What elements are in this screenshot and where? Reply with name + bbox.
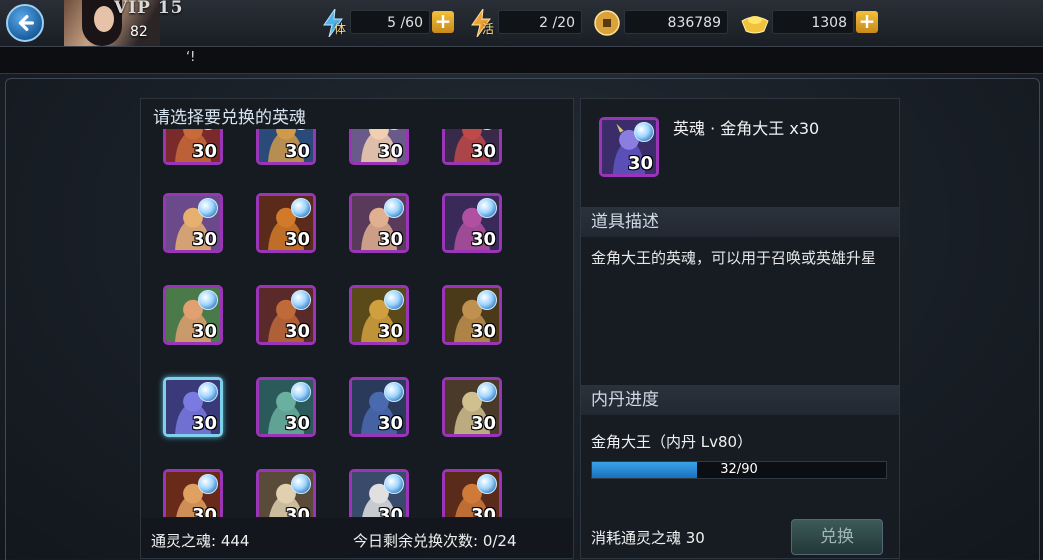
soul-orb-icon — [198, 290, 218, 310]
soul-orb-icon — [477, 290, 497, 310]
activity-resource: 活 2 /20 — [466, 8, 586, 37]
item-count: 30 — [284, 413, 310, 434]
item-count: 30 — [191, 505, 217, 517]
hero-soul-item[interactable]: 30 — [349, 193, 409, 253]
soul-orb-icon — [634, 122, 654, 142]
item-count: 30 — [377, 321, 403, 342]
hero-soul-item[interactable]: 30 — [256, 469, 316, 517]
item-count: 30 — [470, 229, 496, 250]
selection-title: 请选择要兑换的英魂 — [153, 108, 306, 128]
hero-soul-item[interactable]: 30 — [256, 285, 316, 345]
hero-soul-item[interactable]: 30 — [256, 377, 316, 437]
coin-resource: 836789 — [592, 8, 732, 36]
item-count: 30 — [191, 321, 217, 342]
hero-soul-item[interactable]: 30 — [442, 377, 502, 437]
gold-ingot-icon — [740, 8, 770, 38]
soul-orb-icon — [291, 198, 311, 218]
ingot-value: 1308 — [772, 10, 854, 34]
selection-footer: 通灵之魂: 444 今日剩余兑换次数: 0/24 — [141, 518, 573, 558]
item-count: 30 — [470, 141, 496, 162]
soul-orb-icon — [384, 474, 404, 494]
hero-soul-item[interactable]: 30 — [349, 377, 409, 437]
remaining-exchanges-label: 今日剩余兑换次数: 0/24 — [353, 532, 517, 550]
item-detail-panel: 30 英魂 · 金角大王 x30 道具描述 金角大王的英魂，可以用于召唤或英雄升… — [580, 98, 900, 559]
item-count: 30 — [470, 505, 496, 517]
hero-soul-item[interactable]: 30 — [349, 285, 409, 345]
hero-soul-item[interactable]: 30 — [163, 129, 223, 165]
soul-orb-icon — [384, 382, 404, 402]
soul-orb-icon — [477, 382, 497, 402]
core-level-label: 金角大王（内丹 Lv80） — [591, 433, 753, 451]
soul-orb-icon — [291, 382, 311, 402]
item-count: 30 — [191, 229, 217, 250]
back-arrow-icon — [18, 14, 34, 32]
hero-soul-item[interactable]: 30 — [163, 193, 223, 253]
coin-value: 836789 — [624, 10, 728, 34]
hero-soul-item[interactable]: 30 — [349, 469, 409, 517]
item-count: 30 — [377, 505, 403, 517]
core-progress-header: 内丹进度 — [581, 385, 899, 415]
coin-icon — [592, 8, 622, 38]
description-text: 金角大王的英魂，可以用于召唤或英雄升星 — [591, 249, 877, 267]
item-count: 30 — [377, 413, 403, 434]
hero-soul-item[interactable]: 30 — [163, 285, 223, 345]
item-count: 30 — [470, 413, 496, 434]
item-count: 30 — [191, 141, 217, 162]
soul-orb-icon — [477, 474, 497, 494]
player-level: 82 — [130, 24, 148, 40]
hero-soul-item[interactable]: 30 — [442, 193, 502, 253]
activity-sub-label: 活 — [482, 22, 495, 36]
soul-orb-icon — [291, 290, 311, 310]
item-count: 30 — [377, 229, 403, 250]
top-bar: VIP 15 82 体 5 /60 + 活 2 /20 836789 1308 … — [0, 0, 1043, 47]
ticker-text: ‘! — [186, 50, 196, 65]
hero-soul-item[interactable]: 30 — [442, 129, 502, 165]
hero-soul-item[interactable]: 30 — [349, 129, 409, 165]
soul-count-label: 通灵之魂: 444 — [151, 532, 250, 550]
item-count: 30 — [627, 153, 653, 174]
soul-orb-icon — [384, 290, 404, 310]
ingot-resource: 1308 + — [740, 8, 880, 34]
soul-orb-icon — [198, 382, 218, 402]
soul-orb-icon — [198, 474, 218, 494]
stamina-value: 5 /60 — [350, 10, 430, 34]
vip-badge: VIP 15 — [114, 0, 184, 18]
item-count: 30 — [377, 141, 403, 162]
hero-soul-item[interactable]: 30 — [163, 377, 223, 437]
stamina-resource: 体 5 /60 + — [318, 8, 458, 37]
soul-orb-icon — [477, 198, 497, 218]
hero-soul-item[interactable]: 30 — [256, 193, 316, 253]
item-count: 30 — [284, 321, 310, 342]
cost-label: 消耗通灵之魂 30 — [591, 529, 705, 547]
item-name: 英魂 · 金角大王 x30 — [673, 119, 820, 138]
soul-orb-icon — [291, 474, 311, 494]
back-button[interactable] — [6, 4, 44, 42]
add-ingot-button[interactable]: + — [856, 11, 878, 33]
item-count: 30 — [191, 413, 217, 434]
stamina-sub-label: 体 — [334, 22, 347, 36]
hero-soul-selection-panel: 请选择要兑换的英魂 30 30 30 30 30 30 30 30 30 30 30 30 30 30 30… — [140, 98, 574, 559]
activity-value: 2 /20 — [498, 10, 582, 34]
redeem-button[interactable]: 兑换 — [791, 519, 883, 555]
selected-item-icon: 30 — [599, 117, 659, 177]
soul-orb-icon — [198, 198, 218, 218]
hero-soul-item[interactable]: 30 — [442, 469, 502, 517]
core-progress-text: 32/90 — [720, 462, 758, 477]
hero-soul-item[interactable]: 30 — [256, 129, 316, 165]
add-stamina-button[interactable]: + — [432, 11, 454, 33]
soul-orb-icon — [384, 198, 404, 218]
description-header: 道具描述 — [581, 207, 899, 237]
hero-soul-grid[interactable]: 30 30 30 30 30 30 30 30 30 30 30 30 30 30 30 30 30 30 30 30 — [141, 129, 571, 517]
hero-soul-item[interactable]: 30 — [442, 285, 502, 345]
item-count: 30 — [284, 505, 310, 517]
hero-soul-item[interactable]: 30 — [163, 469, 223, 517]
item-count: 30 — [284, 229, 310, 250]
core-progress-bar: 32/90 — [591, 461, 887, 479]
item-count: 30 — [470, 321, 496, 342]
announcement-ticker: ‘! — [0, 47, 1043, 74]
item-count: 30 — [284, 141, 310, 162]
